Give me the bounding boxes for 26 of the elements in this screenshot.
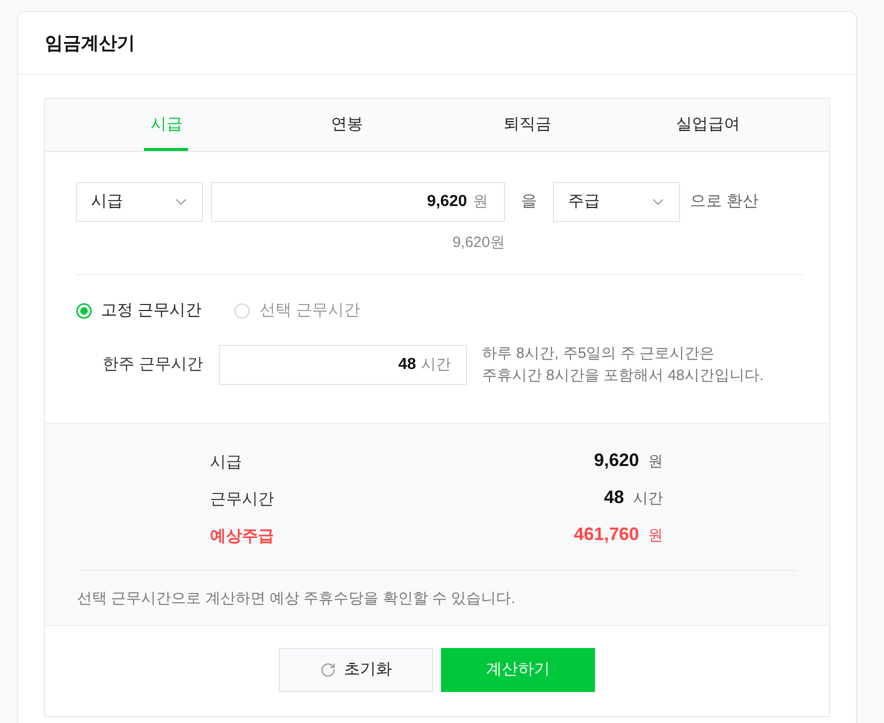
summary-unit: 시간 — [633, 489, 663, 509]
tab[interactable]: 퇴직금 — [497, 99, 558, 151]
summary-value: 461,760 — [574, 523, 639, 546]
reset-button[interactable]: 초기화 — [279, 648, 433, 692]
converted-amount: 9,620원 — [452, 233, 505, 253]
radio-option[interactable]: 고정 근무시간 — [76, 299, 202, 323]
hours-label: 한주 근무시간 — [102, 355, 203, 375]
page-title: 임금계산기 — [45, 32, 135, 54]
summary-label: 근무시간 — [210, 490, 274, 510]
summary-value: 48 — [604, 486, 624, 509]
particle-text: 을 — [520, 192, 538, 212]
convert-label: 으로 환산 — [690, 192, 758, 212]
refresh-icon — [320, 662, 336, 678]
summary-unit: 원 — [648, 526, 663, 546]
hours-field[interactable]: 48 시간 — [219, 345, 467, 385]
summary-unit: 원 — [648, 452, 663, 472]
summary-note: 선택 근무시간으로 계산하면 예상 주휴수당을 확인할 수 있습니다. — [77, 589, 516, 609]
period-select[interactable]: 시급 — [76, 182, 203, 222]
tab[interactable]: 실업급여 — [670, 99, 746, 151]
tab[interactable]: 연봉 — [324, 99, 369, 151]
summary-value: 9,620 — [594, 449, 639, 472]
help-text: 하루 8시간, 주5일의 주 근로시간은 주휴시간 8시간을 포함해서 48시간입니다. — [482, 344, 764, 386]
summary-label: 시급 — [210, 452, 242, 472]
summary-label: 예상주급 — [210, 526, 274, 546]
period-select[interactable]: 주급 — [553, 182, 680, 222]
amount-field[interactable]: 9,620 원 — [211, 182, 505, 222]
